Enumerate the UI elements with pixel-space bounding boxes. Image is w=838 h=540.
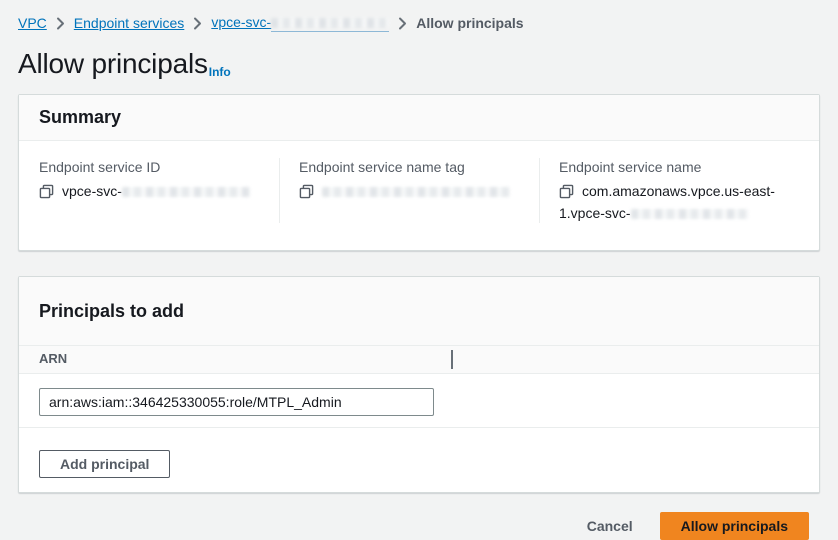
column-resize-handle[interactable] [451, 350, 453, 369]
copy-icon[interactable] [299, 184, 314, 204]
footer-actions: Cancel Allow principals [18, 512, 820, 540]
summary-field-endpoint-service-id: Endpoint service ID vpce-svc- [39, 158, 279, 223]
add-principal-button[interactable]: Add principal [39, 450, 170, 478]
chevron-right-icon [56, 17, 65, 30]
content-area: VPC Endpoint services vpce-svc- Allow pr… [0, 0, 838, 540]
add-principal-row: Add principal [19, 427, 819, 492]
breadcrumb-link-vpc[interactable]: VPC [18, 15, 47, 32]
summary-field-endpoint-service-name: Endpoint service name com.amazonaws.vpce… [539, 158, 799, 223]
breadcrumb-link-service-id[interactable]: vpce-svc- [211, 14, 389, 32]
breadcrumb: VPC Endpoint services vpce-svc- Allow pr… [18, 14, 820, 32]
redacted-text [122, 182, 250, 201]
arn-column-header: ARN [19, 345, 819, 374]
summary-body: Endpoint service ID vpce-svc- Endpoint s… [19, 141, 819, 250]
principals-title: Principals to add [39, 301, 799, 322]
summary-card: Summary Endpoint service ID vpce-svc- En… [18, 94, 820, 251]
redacted-text [271, 14, 389, 32]
summary-title: Summary [39, 107, 799, 128]
arn-input-row [19, 374, 819, 427]
principals-header: Principals to add [19, 277, 819, 345]
breadcrumb-link-endpoint-services[interactable]: Endpoint services [74, 15, 185, 32]
principals-card: Principals to add ARN Add principal [18, 276, 820, 493]
summary-card-header: Summary [19, 95, 819, 141]
allow-principals-button[interactable]: Allow principals [660, 512, 809, 540]
arn-input[interactable] [39, 388, 434, 416]
field-value [299, 182, 523, 204]
field-value: com.amazonaws.vpce.us-east-1.vpce-svc- [559, 182, 783, 223]
chevron-right-icon [193, 17, 202, 30]
info-link[interactable]: Info [209, 65, 231, 79]
field-label: Endpoint service name tag [299, 158, 523, 176]
copy-icon[interactable] [559, 184, 574, 204]
copy-icon[interactable] [39, 184, 54, 204]
breadcrumb-current: Allow principals [416, 15, 523, 32]
redacted-text [322, 182, 510, 201]
field-label: Endpoint service name [559, 158, 783, 176]
summary-field-endpoint-service-name-tag: Endpoint service name tag [279, 158, 539, 223]
redacted-text [631, 204, 749, 223]
cancel-button[interactable]: Cancel [587, 518, 633, 534]
chevron-right-icon [398, 17, 407, 30]
page-title: Allow principals [18, 47, 208, 81]
page-title-row: Allow principals Info [18, 47, 820, 81]
field-value: vpce-svc- [39, 182, 263, 204]
field-label: Endpoint service ID [39, 158, 263, 176]
arn-column-label: ARN [39, 351, 67, 366]
